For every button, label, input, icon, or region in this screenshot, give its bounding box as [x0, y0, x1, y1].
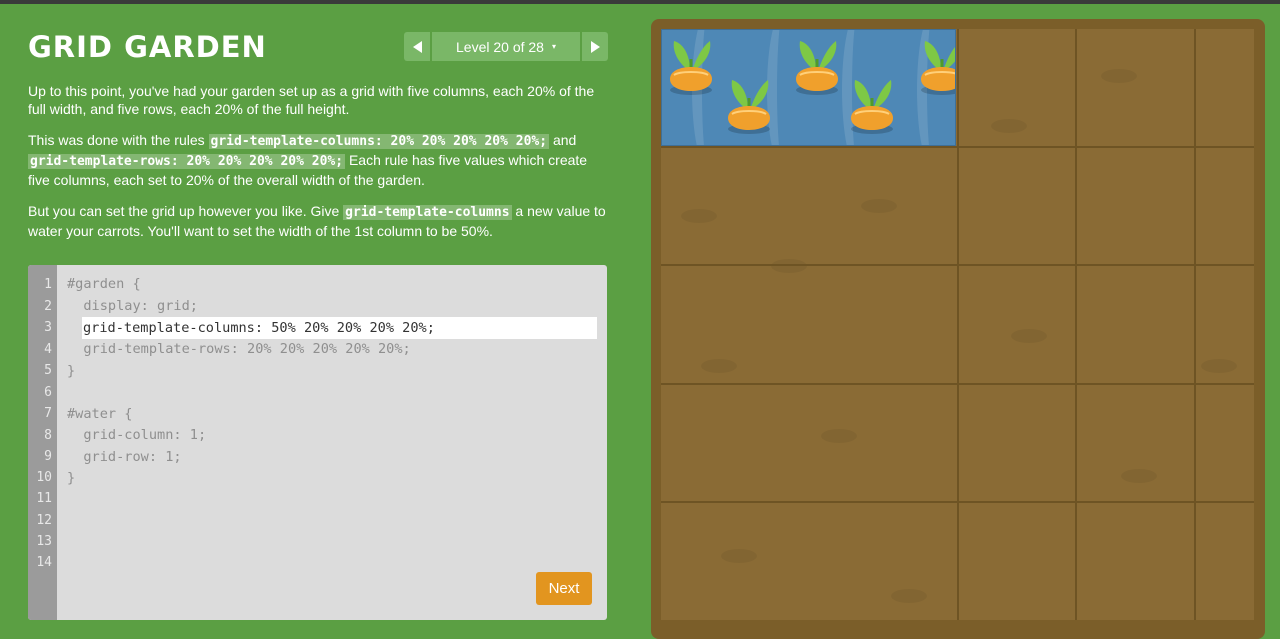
line-number: 8 [44, 428, 52, 443]
level-selector[interactable]: Level 20 of 28 ▾ [432, 32, 580, 61]
line-number: 3 [44, 320, 52, 335]
grid-column-line [957, 29, 959, 620]
dirt-texture [991, 119, 1027, 133]
line-number: 5 [44, 363, 52, 378]
code-line: } [67, 470, 76, 486]
level-label: Level 20 of 28 [456, 38, 544, 55]
text: and [549, 132, 577, 148]
app-title: GRID GARDEN [28, 30, 267, 64]
line-number: 12 [36, 513, 52, 528]
dirt-texture [1201, 359, 1237, 373]
grid-row-line [661, 264, 1254, 266]
code-line: } [67, 363, 76, 379]
caret-down-icon: ▾ [551, 42, 556, 51]
dirt-texture [681, 209, 717, 223]
code-line: display: grid; [67, 298, 198, 314]
grid-column-line [1075, 29, 1077, 620]
line-number-gutter: 1 2 3 4 5 6 7 8 9 10 11 12 13 14 [28, 265, 57, 620]
dirt-texture [721, 549, 757, 563]
code-line: #garden { [67, 276, 141, 292]
next-level-button[interactable] [582, 32, 608, 61]
garden-board [661, 29, 1254, 620]
dirt-texture [701, 359, 737, 373]
line-number: 10 [36, 470, 52, 485]
water-cell [661, 29, 956, 146]
carrot-icon [796, 41, 838, 95]
dirt-texture [861, 199, 897, 213]
grid-row-line [661, 383, 1254, 385]
dirt-texture [891, 589, 927, 603]
level-navigation: Level 20 of 28 ▾ [404, 32, 608, 61]
carrot-icon [728, 80, 770, 134]
instruction-paragraph-2: This was done with the rules grid-templa… [28, 131, 610, 189]
code-line: grid-column: 1; [67, 427, 207, 443]
line-number: 11 [36, 491, 52, 506]
grid-row-line [661, 146, 1254, 148]
code-snippet-property: grid-template-columns [343, 205, 512, 220]
line-number: 14 [36, 555, 52, 570]
line-number: 9 [44, 449, 52, 464]
text: This was done with the rules [28, 132, 209, 148]
code-line: #water { [67, 406, 133, 422]
instruction-paragraph-1: Up to this point, you've had your garden… [28, 83, 595, 117]
css-input[interactable] [83, 317, 593, 339]
arrow-right-icon [590, 40, 600, 53]
text: But you can set the grid up however you … [28, 203, 344, 219]
line-number: 4 [44, 342, 52, 357]
previous-level-button[interactable] [404, 32, 430, 61]
carrot-icon [921, 41, 955, 95]
line-number: 6 [44, 385, 52, 400]
code-snippet-columns: grid-template-columns: 20% 20% 20% 20% 2… [208, 134, 550, 149]
grid-row-line [661, 501, 1254, 503]
next-button[interactable]: Next [536, 572, 592, 605]
dirt-texture [1011, 329, 1047, 343]
code-snippet-rows: grid-template-rows: 20% 20% 20% 20% 20%; [28, 154, 346, 169]
dirt-texture [1121, 469, 1157, 483]
top-bar [0, 0, 1280, 4]
dirt-texture [1101, 69, 1137, 83]
line-number: 1 [44, 277, 52, 292]
line-number: 7 [44, 406, 52, 421]
line-number: 2 [44, 299, 52, 314]
dirt-texture [821, 429, 857, 443]
line-number: 13 [36, 534, 52, 549]
code-line: grid-row: 1; [67, 449, 182, 465]
instruction-paragraph-3: But you can set the grid up however you … [28, 202, 610, 240]
css-input-line [82, 317, 597, 339]
dirt-texture [771, 259, 807, 273]
code-line: grid-template-rows: 20% 20% 20% 20% 20%; [67, 341, 411, 357]
arrow-left-icon [412, 40, 422, 53]
instructions: Up to this point, you've had your garden… [28, 82, 610, 253]
carrot-icon [851, 80, 893, 134]
grid-column-line [1194, 29, 1196, 620]
css-editor: 1 2 3 4 5 6 7 8 9 10 11 12 13 14 #garden… [28, 265, 607, 620]
carrot-icon [670, 41, 712, 95]
